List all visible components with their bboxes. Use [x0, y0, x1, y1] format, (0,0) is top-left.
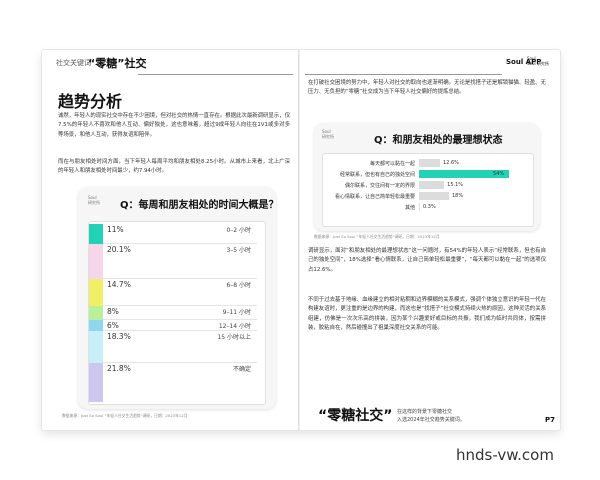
weekly-time-bar	[89, 330, 103, 364]
weekly-time-bar	[89, 279, 103, 306]
watermark-text: hnds-vw.com	[456, 446, 554, 464]
weekly-time-category: 3–5 小时	[226, 246, 251, 254]
weekly-time-category: 0–2 小时	[226, 227, 251, 234]
ideal-state-category: 看心情联系，让自己简单轻松最重要	[334, 194, 415, 200]
footer-brand: “零糖社交”	[318, 408, 393, 424]
left-source-note: 数据来源：Just So Soul “年轻人社交生活趋势”调研，日期：2023年…	[62, 413, 188, 418]
weekly-time-chart: 11% 0–2 小时 20.1% 3–5 小时 14.7% 6–8 小时 8% 9–11 小时…	[88, 221, 266, 405]
ideal-state-category: 其他	[404, 205, 415, 211]
right-paragraph-3: 不同于过去基于地缘、血缘建立的相对粘稠和边界模糊的关系模式，强调个体独立意识的年…	[308, 297, 546, 332]
ideal-state-value: 15.1%	[447, 182, 464, 188]
ideal-state-bar	[419, 203, 420, 211]
weekly-time-bar	[89, 319, 103, 331]
left-paragraph-1: 诚然，年轻人的现实社交中存在不少困境，但对社交的热情一直存在。根据此次最新调研显…	[58, 113, 290, 138]
footer-tagline-1: 在这样的背景下零糖社交	[397, 409, 453, 415]
ideal-state-bar	[419, 159, 440, 167]
right-paragraph-1: 在打破社交困境的努力中，年轻人对社交的取向也逐渐明确。无论是找搭子还是解锁猫猫、…	[308, 80, 546, 96]
weekly-time-row: 21.8% 不确定	[89, 363, 265, 402]
weekly-time-category: 6–8 小时	[226, 282, 251, 290]
weekly-time-row: 11% 0–2 小时	[89, 224, 265, 244]
ideal-state-category: 经常联系，但也有自己的独处空间	[339, 172, 415, 178]
header-logo: Soul Soul 研究所	[527, 56, 549, 66]
ideal-state-value: 54%	[493, 171, 505, 177]
weekly-time-value: 8%	[107, 306, 119, 316]
ideal-state-bar	[419, 192, 449, 200]
ideal-state-value: 18%	[452, 193, 464, 199]
left-paragraph-2: 而在与朋友相处时间方面，当下年轻人每周平均和朋友相处8.25小时。从城市上来看，…	[58, 159, 290, 175]
ideal-state-bar	[419, 181, 445, 189]
right-paragraph-2: 调研显示，面对“和朋友相处的最理想状态”这一问题时，有54%的年轻人表示“经常联…	[308, 248, 546, 273]
card-logo-right-line2: 研究所	[322, 134, 334, 139]
card-question: Q：每周和朋友相处的时间大概是？	[120, 200, 279, 211]
ideal-state-category: 偶尔联系，交往间有一定的界限	[344, 183, 415, 189]
ideal-state-chart: 每天都可以黏在一起 12.6% 经常联系，但也有自己的独处空间 54% 偶尔联系，交往间…	[322, 153, 534, 227]
weekly-time-value: 14.7%	[107, 280, 131, 290]
weekly-time-bar	[89, 243, 103, 280]
weekly-time-category: 12–14 小时	[218, 322, 251, 330]
ideal-state-value: 12.6%	[443, 160, 459, 166]
section-title: 趋势分析	[58, 92, 123, 111]
weekly-time-row: 18.3% 15 小时以上	[89, 330, 265, 364]
ideal-state-category: 每天都可以黏在一起	[369, 161, 415, 167]
weekly-time-row: 6% 12–14 小时	[89, 319, 265, 331]
weekly-time-bar	[89, 305, 103, 320]
header-keyword-label: 社交关键词	[56, 59, 91, 67]
card-logo: Soul 研究所	[88, 195, 100, 205]
header-logo-line2: Soul 研究所	[527, 61, 549, 66]
header-rule-left	[138, 74, 293, 75]
header-rule-right	[305, 74, 502, 75]
weekly-time-value: 21.8%	[107, 364, 131, 374]
weekly-time-category: 不确定	[232, 366, 251, 374]
footer-tagline-2: 入选2024年社交趋势关键词。	[397, 417, 465, 423]
weekly-time-value: 11%	[107, 225, 124, 234]
ideal-state-card: Soul 研究所 Q：和朋友相处的最理想状态 每天都可以黏在一起 12.6% 经常联…	[314, 123, 540, 231]
weekly-time-row: 8% 9–11 小时	[89, 305, 265, 320]
weekly-time-row: 14.7% 6–8 小时	[89, 279, 265, 306]
weekly-time-card: Soul 研究所 Q：每周和朋友相处的时间大概是？ 11% 0–2 小时 20.1%…	[78, 187, 279, 409]
weekly-time-value: 20.1%	[107, 244, 131, 254]
card-logo-right: Soul 研究所	[322, 129, 334, 139]
card-logo-line2: 研究所	[88, 200, 100, 205]
ideal-state-value: 0.3%	[423, 204, 436, 210]
weekly-time-category: 9–11 小时	[222, 308, 251, 316]
right-source-note: 数据来源：Just So Soul “年轻人社交生活趋势”调研，日期：2023年…	[314, 234, 440, 239]
weekly-time-bar	[89, 363, 103, 402]
weekly-time-value: 6%	[107, 320, 119, 330]
card-question-right: Q：和朋友相处的最理想状态	[374, 135, 503, 146]
weekly-time-bar	[89, 224, 103, 244]
weekly-time-row: 20.1% 3–5 小时	[89, 243, 265, 280]
weekly-time-category: 15 小时以上	[217, 333, 251, 341]
weekly-time-value: 18.3%	[107, 331, 131, 341]
header-title: “零糖”社交	[88, 57, 147, 70]
page-number: P7	[545, 416, 556, 424]
page-fold	[298, 50, 300, 430]
